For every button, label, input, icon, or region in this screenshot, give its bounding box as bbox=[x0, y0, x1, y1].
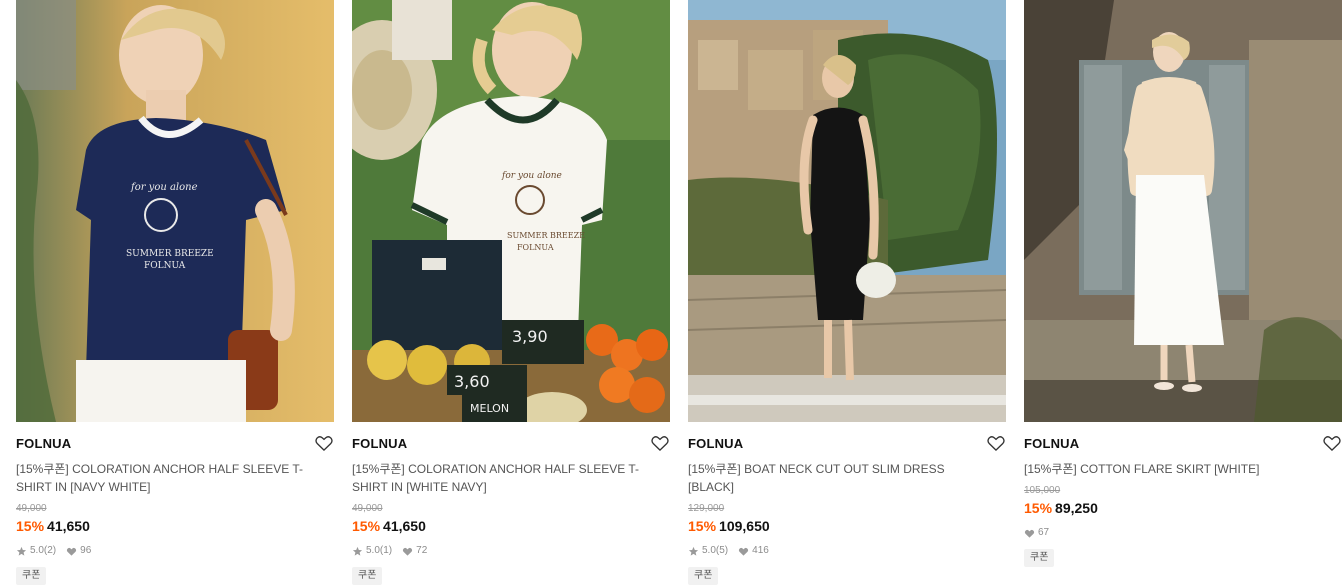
coupon-badge: 쿠폰 bbox=[352, 567, 383, 585]
model-white-skirt-doorway-image bbox=[1024, 0, 1342, 422]
review-count: (5) bbox=[715, 545, 729, 556]
heart-filled-icon bbox=[403, 547, 413, 556]
product-card[interactable]: for you alone SUMMER BREEZE FOLNUA 3,60 … bbox=[352, 0, 670, 585]
original-price: 105,000 bbox=[1024, 485, 1061, 496]
model-black-dress-village-image bbox=[688, 0, 1006, 422]
svg-text:SUMMER BREEZE: SUMMER BREEZE bbox=[126, 249, 214, 259]
product-image[interactable]: for you alone SUMMER BREEZE FOLNUA 3,60 … bbox=[352, 0, 670, 422]
heart-icon[interactable] bbox=[650, 433, 670, 453]
discount-rate: 15% bbox=[352, 518, 381, 534]
product-card[interactable]: for you alone SUMMER BREEZE FOLNUA FOLNU… bbox=[16, 0, 334, 585]
product-image[interactable] bbox=[688, 0, 1006, 422]
discount-rate: 15% bbox=[1024, 500, 1053, 516]
price-row: 15% 89,250 bbox=[1024, 499, 1342, 517]
product-name[interactable]: [15%쿠폰] COLORATION ANCHOR HALF SLEEVE T-… bbox=[16, 460, 316, 496]
svg-text:MELON: MELON bbox=[470, 402, 509, 415]
price-row: 15% 41,650 bbox=[16, 517, 334, 535]
svg-text:3,90: 3,90 bbox=[512, 327, 548, 346]
star-icon bbox=[352, 546, 363, 556]
product-meta: 5.0 (2) 96 bbox=[16, 544, 334, 558]
original-price: 49,000 bbox=[352, 503, 383, 514]
discount-rate: 15% bbox=[16, 518, 45, 534]
heart-filled-icon bbox=[1024, 529, 1035, 538]
product-image[interactable] bbox=[1024, 0, 1342, 422]
heart-icon[interactable] bbox=[986, 433, 1006, 453]
sale-price: 109,650 bbox=[719, 518, 770, 534]
brand-name[interactable]: FOLNUA bbox=[16, 436, 334, 452]
svg-text:SUMMER BREEZE: SUMMER BREEZE bbox=[507, 231, 585, 240]
coupon-badge: 쿠폰 bbox=[688, 567, 719, 585]
coupon-badge: 쿠폰 bbox=[16, 567, 47, 585]
product-name[interactable]: [15%쿠폰] COLORATION ANCHOR HALF SLEEVE T-… bbox=[352, 460, 652, 496]
brand-name[interactable]: FOLNUA bbox=[1024, 436, 1342, 452]
product-name[interactable]: [15%쿠폰] COTTON FLARE SKIRT [WHITE] bbox=[1024, 460, 1324, 478]
like-count: 67 bbox=[1038, 527, 1050, 538]
rating-value: 5.0 bbox=[366, 545, 380, 556]
original-price: 129,000 bbox=[688, 503, 725, 514]
product-meta: 5.0 (1) 72 bbox=[352, 544, 670, 558]
star-icon bbox=[688, 546, 699, 556]
heart-icon[interactable] bbox=[1322, 433, 1342, 453]
product-name[interactable]: [15%쿠폰] BOAT NECK CUT OUT SLIM DRESS [BL… bbox=[688, 460, 988, 496]
svg-text:3,60: 3,60 bbox=[454, 372, 490, 391]
like-count: 416 bbox=[752, 545, 769, 556]
svg-text:FOLNUA: FOLNUA bbox=[144, 261, 186, 271]
review-count: (2) bbox=[43, 545, 57, 556]
product-image[interactable]: for you alone SUMMER BREEZE FOLNUA bbox=[16, 0, 334, 422]
coupon-badge: 쿠폰 bbox=[1024, 549, 1055, 567]
svg-text:for you alone: for you alone bbox=[501, 171, 562, 181]
model-white-tee-market-image: for you alone SUMMER BREEZE FOLNUA 3,60 … bbox=[352, 0, 670, 422]
sale-price: 89,250 bbox=[1055, 500, 1098, 516]
brand-name[interactable]: FOLNUA bbox=[352, 436, 670, 452]
price-row: 15% 109,650 bbox=[688, 517, 1006, 535]
brand-name[interactable]: FOLNUA bbox=[688, 436, 1006, 452]
star-icon bbox=[16, 546, 27, 556]
heart-icon[interactable] bbox=[314, 433, 334, 453]
discount-rate: 15% bbox=[688, 518, 717, 534]
rating-value: 5.0 bbox=[702, 545, 716, 556]
price-row: 15% 41,650 bbox=[352, 517, 670, 535]
product-grid: for you alone SUMMER BREEZE FOLNUA FOLNU… bbox=[0, 0, 1343, 588]
product-meta: 67 bbox=[1024, 526, 1342, 540]
model-navy-tee-image: for you alone SUMMER BREEZE FOLNUA bbox=[16, 0, 334, 422]
original-price: 49,000 bbox=[16, 503, 47, 514]
product-card[interactable]: FOLNUA [15%쿠폰] COTTON FLARE SKIRT [WHITE… bbox=[1024, 0, 1342, 567]
review-count: (1) bbox=[379, 545, 393, 556]
svg-text:FOLNUA: FOLNUA bbox=[517, 243, 554, 252]
product-meta: 5.0 (5) 416 bbox=[688, 544, 1006, 558]
like-count: 72 bbox=[416, 545, 428, 556]
product-card[interactable]: FOLNUA [15%쿠폰] BOAT NECK CUT OUT SLIM DR… bbox=[688, 0, 1006, 585]
rating-value: 5.0 bbox=[30, 545, 44, 556]
heart-filled-icon bbox=[67, 547, 77, 556]
heart-filled-icon bbox=[739, 547, 749, 556]
sale-price: 41,650 bbox=[383, 518, 426, 534]
sale-price: 41,650 bbox=[47, 518, 90, 534]
like-count: 96 bbox=[80, 545, 92, 556]
svg-text:for you alone: for you alone bbox=[130, 182, 198, 193]
